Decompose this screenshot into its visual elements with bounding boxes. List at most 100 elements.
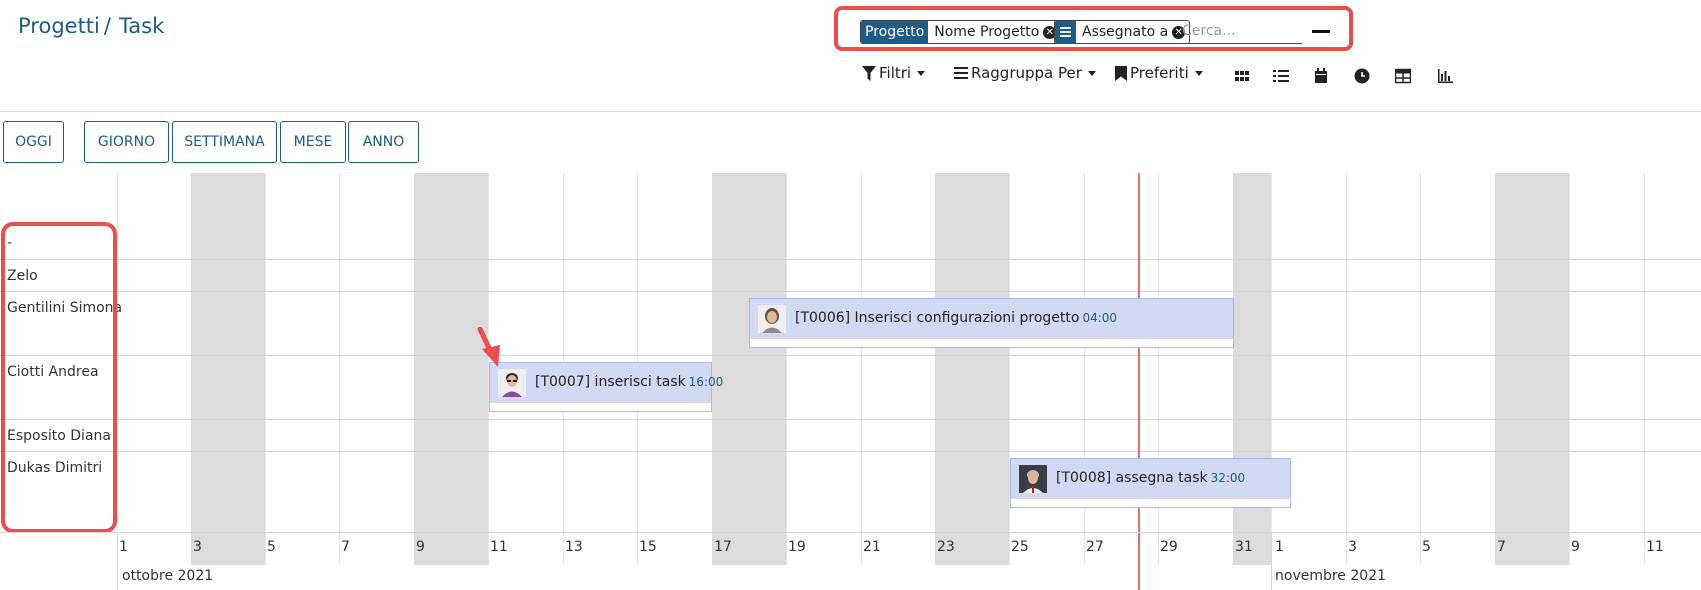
minus-icon[interactable] xyxy=(1312,30,1330,33)
day-column xyxy=(1420,173,1421,565)
day-label: 9 xyxy=(416,539,425,555)
day-label: 11 xyxy=(1646,539,1664,555)
day-label: 11 xyxy=(490,539,508,555)
day-label: 5 xyxy=(267,539,276,555)
caret-down-icon xyxy=(1194,70,1203,76)
day-scale-button[interactable]: GIORNO xyxy=(84,121,169,163)
day-column xyxy=(1644,173,1645,565)
task-bar-t0007[interactable]: [T0007] inserisci task 16:00 xyxy=(489,362,723,412)
list-icon xyxy=(1055,21,1076,43)
day-label: 13 xyxy=(565,539,583,555)
task-title: [T0007] inserisci task 16:00 xyxy=(535,374,723,390)
day-label: 9 xyxy=(1571,539,1580,555)
filters-dropdown[interactable]: Filtri xyxy=(862,64,926,82)
graph-icon[interactable] xyxy=(1437,68,1453,84)
woman-avatar xyxy=(758,305,786,333)
axis-divider xyxy=(0,532,1701,533)
control-panel: Progetti / Task Progetto Nome Progetto ✕ A… xyxy=(0,0,1701,112)
month-divider xyxy=(1271,532,1272,590)
day-label: 3 xyxy=(1348,539,1357,555)
breadcrumb-current: Task xyxy=(118,14,165,38)
day-column xyxy=(1569,173,1570,565)
facet-assigned-value: Assegnato a xyxy=(1082,24,1169,40)
day-column xyxy=(786,173,787,565)
filters-label: Filtri xyxy=(879,64,912,82)
favorites-label: Preferiti xyxy=(1130,64,1189,82)
search-input[interactable] xyxy=(1182,19,1302,44)
task-hours: 16:00 xyxy=(688,375,724,389)
row-divider xyxy=(0,259,1701,260)
month-divider xyxy=(117,532,118,590)
task-bar-footer xyxy=(1011,499,1290,507)
breadcrumb-projects-link[interactable]: Progetti xyxy=(18,14,100,38)
task-hours: 32:00 xyxy=(1210,471,1246,485)
day-label: 29 xyxy=(1160,539,1178,555)
facet-project: Progetto Nome Progetto ✕ xyxy=(860,20,1062,44)
row-divider xyxy=(0,451,1701,452)
favorites-dropdown[interactable]: Preferiti xyxy=(1115,64,1203,82)
arrow-annotation-icon xyxy=(477,327,500,367)
row-divider xyxy=(0,291,1701,292)
activity-icon[interactable] xyxy=(1354,68,1370,84)
year-scale-button[interactable]: ANNO xyxy=(348,121,419,163)
today-button[interactable]: OGGI xyxy=(3,121,64,163)
task-name: [T0007] inserisci task xyxy=(535,374,686,390)
month-label-october: ottobre 2021 xyxy=(122,568,214,584)
day-label: 1 xyxy=(119,539,128,555)
day-label: 23 xyxy=(937,539,955,555)
task-title: [T0006] Inserisci configurazioni progett… xyxy=(795,310,1117,326)
man-glasses-avatar xyxy=(498,369,526,397)
task-hours: 04:00 xyxy=(1082,311,1118,325)
facet-project-tag: Progetto xyxy=(861,21,929,43)
man-grey-avatar xyxy=(1019,465,1047,493)
breadcrumb: Progetti / Task xyxy=(18,14,164,38)
task-bar-t0008[interactable]: [T0008] assegna task 32:00 xyxy=(1010,458,1291,508)
task-name: [T0006] Inserisci configurazioni progett… xyxy=(795,310,1080,326)
row-divider xyxy=(0,355,1701,356)
day-label: 19 xyxy=(788,539,806,555)
bars-icon xyxy=(954,67,968,79)
task-title: [T0008] assegna task 32:00 xyxy=(1056,470,1245,486)
task-bar-footer xyxy=(750,339,1233,347)
pivot-icon[interactable] xyxy=(1395,68,1411,84)
day-column xyxy=(117,173,118,565)
day-label: 7 xyxy=(341,539,350,555)
today-line xyxy=(1138,173,1140,590)
week-scale-button[interactable]: SETTIMANA xyxy=(172,121,277,163)
task-bar-footer xyxy=(490,403,711,411)
day-column xyxy=(861,173,862,565)
caret-down-icon xyxy=(917,70,926,76)
day-label: 3 xyxy=(193,539,202,555)
row-divider xyxy=(0,419,1701,420)
calendar-icon[interactable] xyxy=(1313,68,1329,84)
day-label: 21 xyxy=(863,539,881,555)
bookmark-icon xyxy=(1115,65,1127,81)
day-column xyxy=(339,173,340,565)
day-label: 7 xyxy=(1497,539,1506,555)
weekend-column xyxy=(1495,173,1569,565)
day-label: 15 xyxy=(639,539,657,555)
group-by-dropdown[interactable]: Raggruppa Per xyxy=(954,64,1096,82)
month-scale-button[interactable]: MESE xyxy=(280,121,346,163)
kanban-icon[interactable] xyxy=(1234,68,1250,84)
list-view-icon[interactable] xyxy=(1273,68,1289,84)
weekend-column xyxy=(935,173,1009,565)
task-bar-t0006[interactable]: [T0006] Inserisci configurazioni progett… xyxy=(749,298,1234,348)
day-column xyxy=(1346,173,1347,565)
search-bar-highlight: Progetto Nome Progetto ✕ Assegnato a ✕ xyxy=(834,6,1353,51)
gantt-chart xyxy=(0,173,1701,590)
day-column xyxy=(265,173,266,565)
day-label: 25 xyxy=(1011,539,1029,555)
facet-project-value: Nome Progetto xyxy=(934,24,1040,40)
day-label: 1 xyxy=(1275,539,1284,555)
weekend-column xyxy=(191,173,265,565)
caret-down-icon xyxy=(1087,70,1096,76)
group-by-label: Raggruppa Per xyxy=(971,64,1082,82)
day-label: 31 xyxy=(1235,539,1253,555)
assignee-names-highlight xyxy=(1,222,117,533)
month-label-november: novembre 2021 xyxy=(1275,568,1387,584)
facet-assigned: Assegnato a ✕ xyxy=(1054,20,1191,44)
day-label: 17 xyxy=(714,539,732,555)
day-label: 5 xyxy=(1422,539,1431,555)
breadcrumb-separator: / xyxy=(103,14,111,38)
